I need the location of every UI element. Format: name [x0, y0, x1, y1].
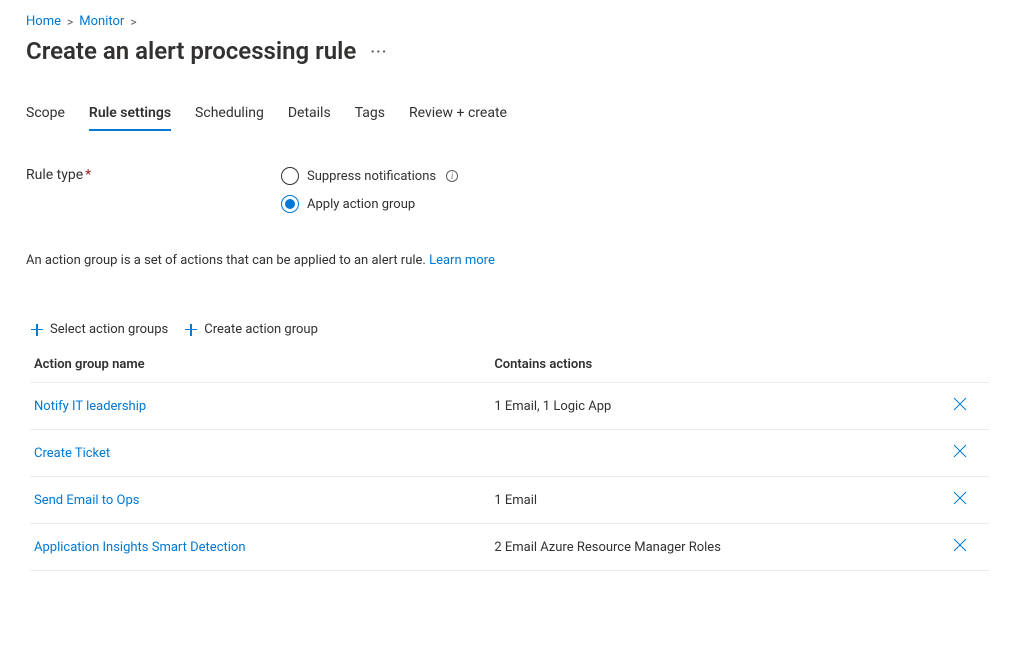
- action-group-link[interactable]: Notify IT leadership: [34, 399, 146, 414]
- table-row: Send Email to Ops 1 Email: [30, 477, 989, 524]
- info-icon[interactable]: i: [446, 170, 458, 182]
- table-row: Create Ticket: [30, 430, 989, 477]
- button-label: Create action group: [204, 322, 318, 337]
- table-toolbar: Select action groups Create action group: [30, 318, 989, 347]
- contains-actions-cell: 1 Email: [490, 477, 931, 524]
- table-header-row: Action group name Contains actions: [30, 347, 989, 383]
- radio-label: Suppress notifications: [307, 169, 436, 184]
- breadcrumb: Home > Monitor >: [26, 14, 993, 29]
- tab-scheduling[interactable]: Scheduling: [195, 101, 264, 131]
- breadcrumb-home[interactable]: Home: [26, 14, 61, 29]
- tab-details[interactable]: Details: [288, 101, 331, 131]
- close-icon: [951, 395, 969, 413]
- contains-actions-cell: 2 Email Azure Resource Manager Roles: [490, 524, 931, 571]
- radio-suppress-notifications[interactable]: Suppress notifications i: [281, 167, 458, 185]
- close-icon: [951, 489, 969, 507]
- learn-more-link[interactable]: Learn more: [429, 253, 495, 268]
- more-icon[interactable]: ···: [370, 42, 387, 61]
- tab-bar: Scope Rule settings Scheduling Details T…: [26, 101, 993, 131]
- col-header-contains: Contains actions: [490, 347, 931, 383]
- rule-type-label: Rule type*: [26, 167, 281, 183]
- radio-icon: [281, 195, 299, 213]
- col-header-name: Action group name: [30, 347, 490, 383]
- table-row: Notify IT leadership 1 Email, 1 Logic App: [30, 383, 989, 430]
- chevron-right-icon: >: [67, 15, 73, 29]
- close-icon: [951, 442, 969, 460]
- button-label: Select action groups: [50, 322, 168, 337]
- tab-rule-settings[interactable]: Rule settings: [89, 101, 171, 131]
- rule-type-label-text: Rule type: [26, 167, 83, 183]
- close-icon: [951, 536, 969, 554]
- rule-type-radio-group: Suppress notifications i Apply action gr…: [281, 167, 458, 213]
- action-groups-section: Select action groups Create action group…: [30, 318, 989, 571]
- plus-icon: [184, 323, 198, 337]
- tab-tags[interactable]: Tags: [355, 101, 385, 131]
- tab-review-create[interactable]: Review + create: [409, 101, 507, 131]
- required-asterisk: *: [85, 167, 91, 183]
- page-title: Create an alert processing rule ···: [26, 37, 993, 65]
- action-group-link[interactable]: Create Ticket: [34, 446, 110, 461]
- contains-actions-cell: [490, 430, 931, 477]
- rule-type-row: Rule type* Suppress notifications i Appl…: [26, 167, 993, 213]
- tab-scope[interactable]: Scope: [26, 101, 65, 131]
- create-action-group-button[interactable]: Create action group: [184, 322, 318, 337]
- radio-apply-action-group[interactable]: Apply action group: [281, 195, 458, 213]
- contains-actions-cell: 1 Email, 1 Logic App: [490, 383, 931, 430]
- breadcrumb-monitor[interactable]: Monitor: [79, 14, 124, 29]
- chevron-right-icon: >: [130, 15, 136, 29]
- plus-icon: [30, 323, 44, 337]
- radio-icon: [281, 167, 299, 185]
- remove-row-button[interactable]: [951, 395, 969, 413]
- table-row: Application Insights Smart Detection 2 Em…: [30, 524, 989, 571]
- remove-row-button[interactable]: [951, 536, 969, 554]
- description: An action group is a set of actions that…: [26, 253, 993, 268]
- action-groups-table: Action group name Contains actions Notif…: [30, 347, 989, 571]
- description-text: An action group is a set of actions that…: [26, 253, 429, 268]
- remove-row-button[interactable]: [951, 489, 969, 507]
- remove-row-button[interactable]: [951, 442, 969, 460]
- page-title-text: Create an alert processing rule: [26, 37, 356, 65]
- action-group-link[interactable]: Send Email to Ops: [34, 493, 139, 508]
- select-action-groups-button[interactable]: Select action groups: [30, 322, 168, 337]
- radio-label: Apply action group: [307, 197, 415, 212]
- action-group-link[interactable]: Application Insights Smart Detection: [34, 540, 246, 555]
- col-header-delete: [931, 347, 989, 383]
